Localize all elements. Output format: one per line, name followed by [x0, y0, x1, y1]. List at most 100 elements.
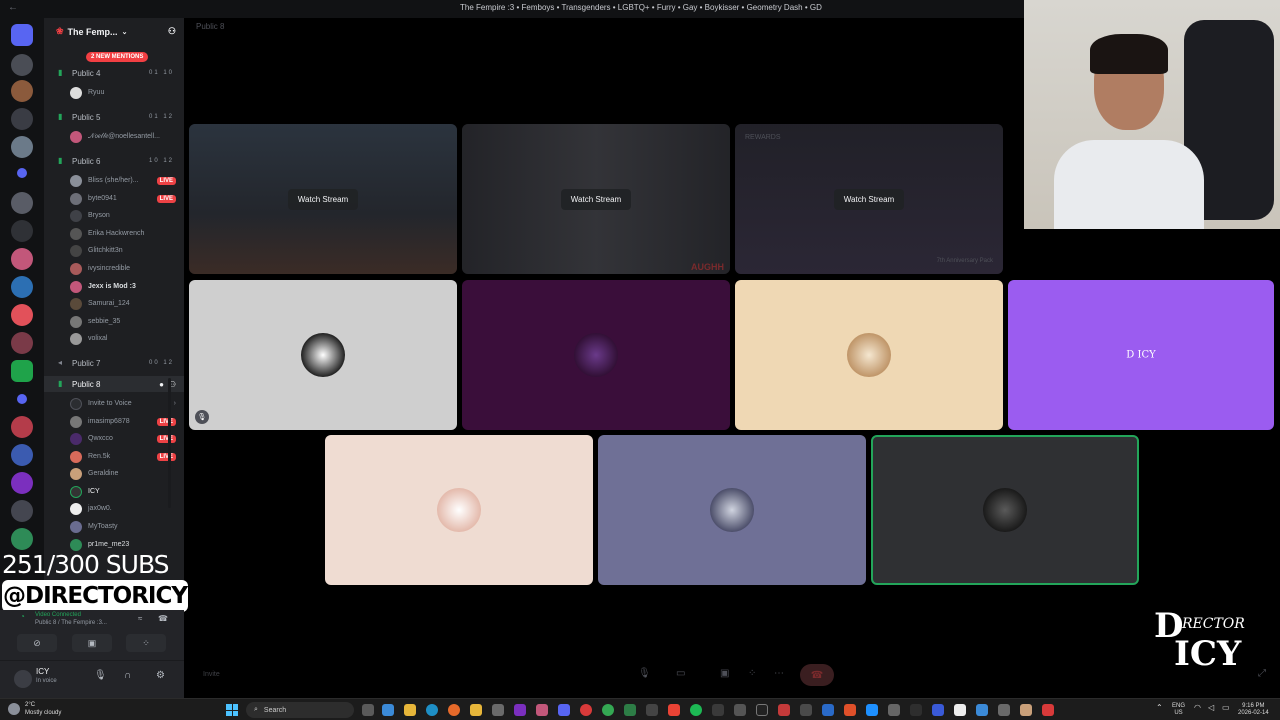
- new-mentions-badge[interactable]: 2 NEW MENTIONS: [86, 52, 149, 62]
- invite-button[interactable]: Invite: [203, 671, 220, 678]
- chrome-icon[interactable]: [602, 704, 614, 716]
- volume-icon[interactable]: ◁: [1208, 703, 1214, 712]
- scrollbar[interactable]: [168, 378, 171, 508]
- guild-header[interactable]: ❀ The Femp... ⌄ ⚇: [44, 18, 184, 45]
- voice-member[interactable]: MyToasty: [70, 518, 180, 535]
- noise-suppression-icon[interactable]: ≈: [138, 614, 142, 623]
- server-icon[interactable]: [11, 304, 33, 326]
- disconnect-icon[interactable]: ☎: [158, 614, 168, 623]
- app-icon[interactable]: [712, 704, 724, 716]
- participant-tile[interactable]: [325, 435, 593, 585]
- voice-member[interactable]: Bryson: [70, 207, 180, 224]
- voice-member[interactable]: Samurai_124: [70, 295, 180, 312]
- server-icon[interactable]: [11, 192, 33, 214]
- server-icon[interactable]: [11, 444, 33, 466]
- watch-stream-button[interactable]: Watch Stream: [560, 188, 632, 210]
- activities-button[interactable]: ⁘: [126, 634, 166, 652]
- screen-share-icon[interactable]: ▣: [720, 668, 729, 679]
- activities-icon[interactable]: ⁘: [748, 668, 756, 679]
- voice-member[interactable]: Erika Hackwrench: [70, 225, 180, 242]
- channel-public-8[interactable]: ▮ Public 8 ● ⚇: [44, 376, 184, 392]
- app-icon[interactable]: [756, 704, 768, 716]
- app-icon[interactable]: [470, 704, 482, 716]
- server-icon[interactable]: [11, 528, 33, 550]
- server-icon[interactable]: [11, 276, 33, 298]
- app-icon[interactable]: [734, 704, 746, 716]
- voice-member[interactable]: Bliss (she/her)... LIVE: [70, 172, 180, 189]
- add-member-icon[interactable]: ⚇: [168, 26, 176, 37]
- app-icon[interactable]: [1042, 704, 1054, 716]
- voice-member[interactable]: ivysincredible: [70, 260, 180, 277]
- windows-start-icon[interactable]: [226, 704, 238, 716]
- voice-member[interactable]: Jexx is Mod :3: [70, 278, 180, 295]
- participant-tile[interactable]: D ICY: [1008, 280, 1274, 430]
- chevron-up-icon[interactable]: ⌃: [1156, 703, 1163, 712]
- server-icon[interactable]: [11, 332, 33, 354]
- server-icon[interactable]: [11, 220, 33, 242]
- screen-share-button[interactable]: ▣: [72, 634, 112, 652]
- spotify-icon[interactable]: [690, 704, 702, 716]
- discord-icon[interactable]: [558, 704, 570, 716]
- voice-member[interactable]: ICY: [70, 483, 180, 500]
- task-view-icon[interactable]: [362, 704, 374, 716]
- battery-icon[interactable]: ▭: [1222, 703, 1230, 712]
- weather-widget[interactable]: 2°C Mostly cloudy: [25, 701, 61, 717]
- app-icon[interactable]: [844, 704, 856, 716]
- app-icon[interactable]: [580, 704, 592, 716]
- channel-public-4[interactable]: ▮ Public 4 01 10: [44, 65, 184, 81]
- server-icon[interactable]: [11, 108, 33, 130]
- voice-member[interactable]: Qwxcco LIVE: [70, 430, 180, 447]
- chat-icon[interactable]: ●: [159, 380, 164, 389]
- watch-stream-button[interactable]: Watch Stream: [833, 188, 905, 210]
- gear-icon[interactable]: ⚙: [156, 670, 165, 681]
- app-icon[interactable]: [976, 704, 988, 716]
- edge-icon[interactable]: [426, 704, 438, 716]
- app-icon[interactable]: [800, 704, 812, 716]
- app-icon[interactable]: [1020, 704, 1032, 716]
- weather-icon[interactable]: [8, 703, 20, 715]
- file-explorer-icon[interactable]: [404, 704, 416, 716]
- folder-icon[interactable]: [17, 168, 27, 178]
- voice-member[interactable]: 𝒩𝑜𝑒𝓁𝓁𝑒@noellesantell...: [70, 128, 180, 145]
- language-indicator[interactable]: ENG US: [1172, 703, 1185, 717]
- participant-tile-speaking[interactable]: [871, 435, 1139, 585]
- server-icon[interactable]: [11, 54, 33, 76]
- clock[interactable]: 9:16 PM 2026-02-14: [1238, 703, 1269, 717]
- voice-member[interactable]: sebbie_35: [70, 313, 180, 330]
- stream-tile[interactable]: REWARDS Watch Stream 7th Anniversary Pac…: [735, 124, 1003, 274]
- app-icon[interactable]: [624, 704, 636, 716]
- app-icon[interactable]: [778, 704, 790, 716]
- app-icon[interactable]: [514, 704, 526, 716]
- more-icon[interactable]: ⋯: [774, 668, 784, 679]
- fullscreen-icon[interactable]: ⤢: [1258, 668, 1266, 679]
- app-icon[interactable]: [382, 704, 394, 716]
- channel-public-7[interactable]: ◂ Public 7 00 12: [44, 355, 184, 371]
- voice-member[interactable]: jax0w0.: [70, 500, 180, 517]
- app-icon[interactable]: [668, 704, 680, 716]
- voice-member[interactable]: Ryuu: [70, 84, 180, 101]
- voice-member[interactable]: Glitchkitt3n: [70, 242, 180, 259]
- participant-tile[interactable]: [598, 435, 866, 585]
- voice-member[interactable]: byte0941 LIVE: [70, 190, 180, 207]
- avatar[interactable]: [14, 670, 32, 688]
- server-icon[interactable]: [11, 136, 33, 158]
- folder-icon[interactable]: [17, 394, 27, 404]
- stream-tile[interactable]: Watch Stream: [189, 124, 457, 274]
- server-icon[interactable]: [11, 472, 33, 494]
- server-icon[interactable]: [11, 500, 33, 522]
- app-icon[interactable]: [822, 704, 834, 716]
- participant-tile[interactable]: [462, 280, 730, 430]
- camera-icon[interactable]: ▭: [676, 668, 685, 679]
- channel-public-6[interactable]: ▮ Public 6 10 12: [44, 153, 184, 169]
- app-icon[interactable]: [998, 704, 1010, 716]
- app-icon[interactable]: [492, 704, 504, 716]
- participant-tile[interactable]: [735, 280, 1003, 430]
- microphone-icon[interactable]: 🎙: [638, 668, 651, 679]
- app-icon[interactable]: [536, 704, 548, 716]
- wifi-icon[interactable]: ◠: [1194, 703, 1201, 712]
- taskbar-search[interactable]: ⌕ Search: [246, 702, 354, 718]
- app-icon[interactable]: [888, 704, 900, 716]
- stream-tile[interactable]: Watch Stream AUGHH: [462, 124, 730, 274]
- voice-member[interactable]: volixal: [70, 330, 180, 347]
- hang-up-button[interactable]: ☎: [800, 664, 834, 686]
